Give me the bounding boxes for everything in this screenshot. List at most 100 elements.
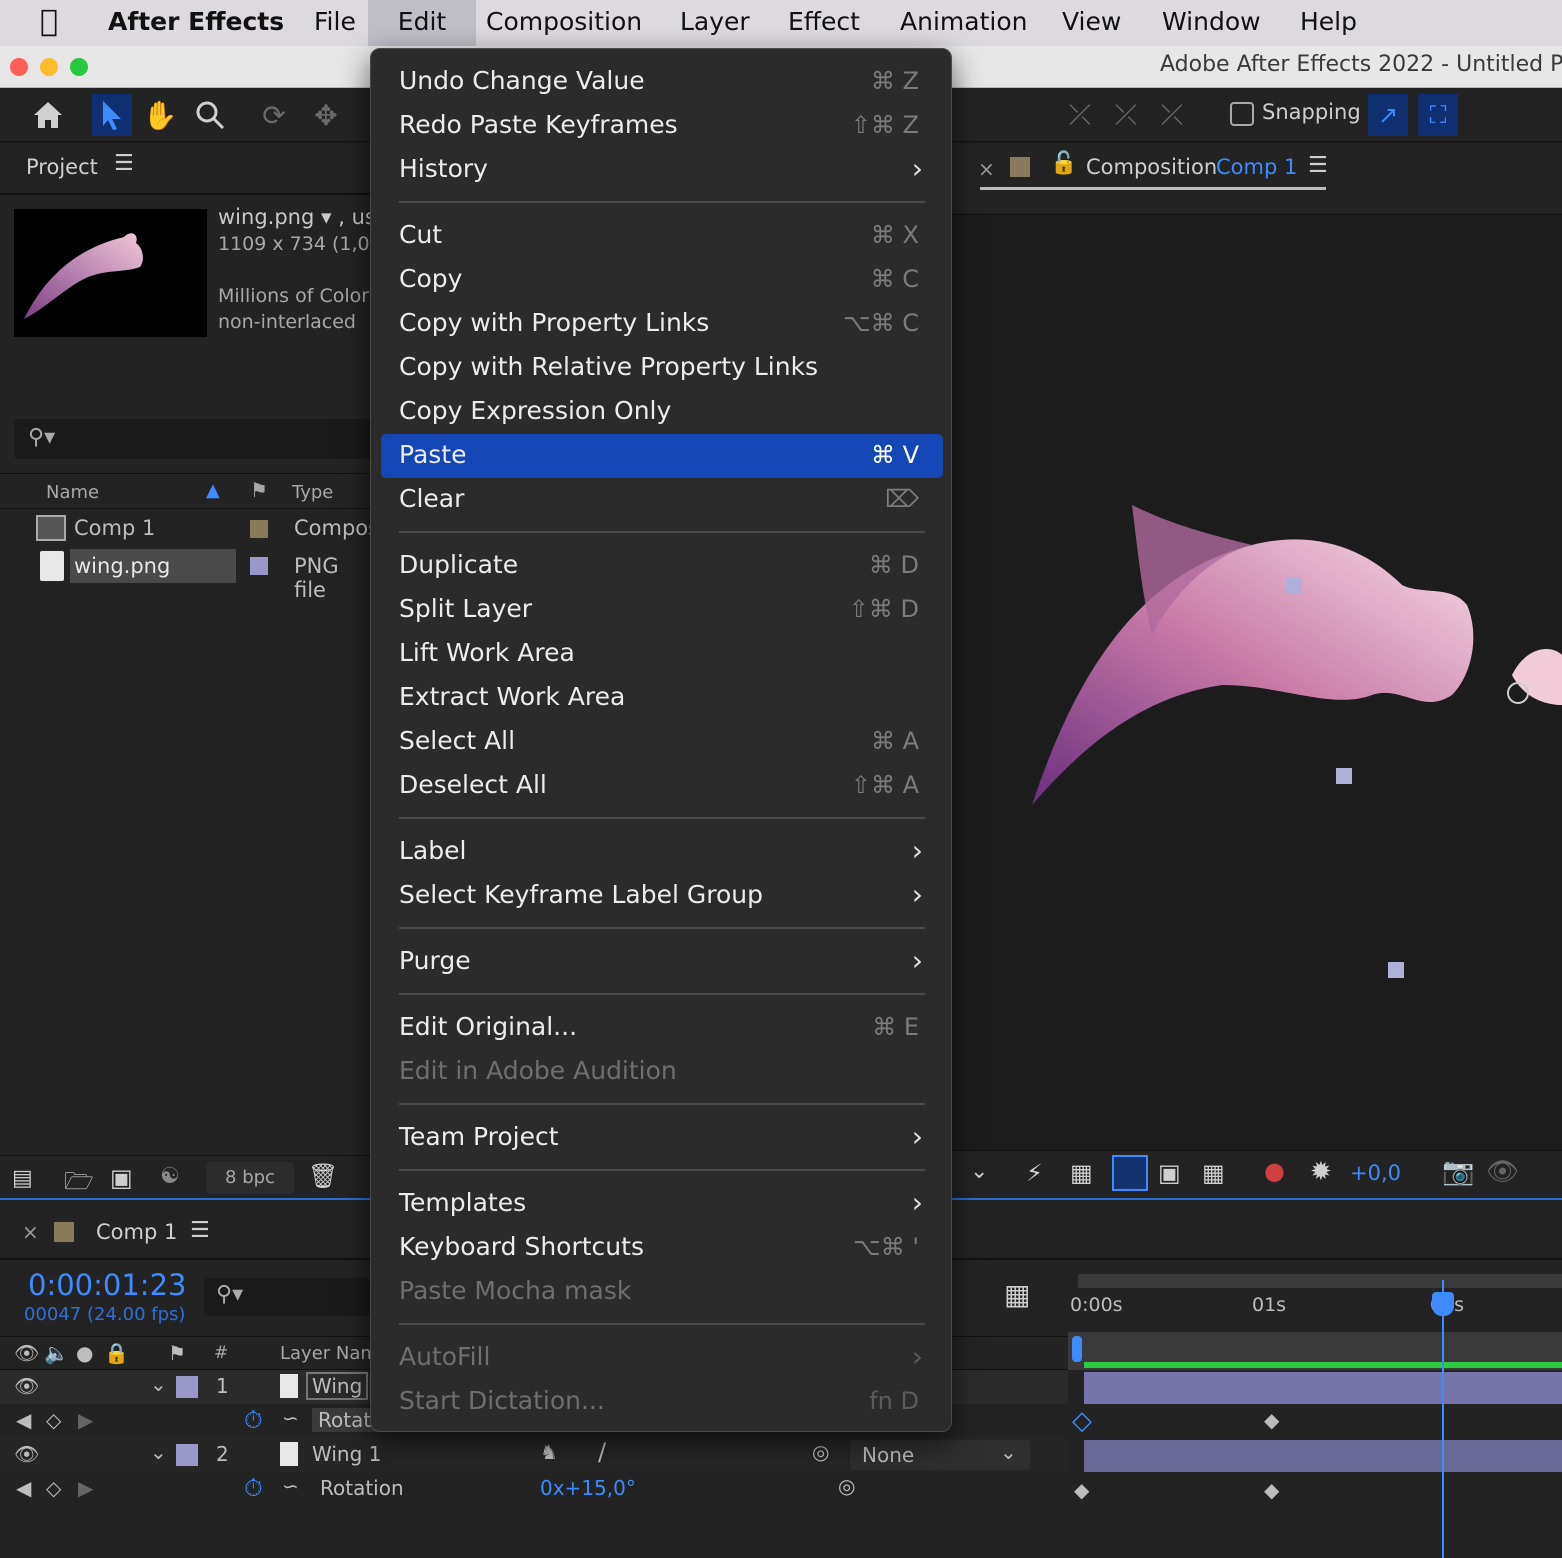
label-color-swatch[interactable] [176, 1444, 198, 1466]
menu-item-paste[interactable]: Paste ⌘ V [381, 434, 943, 478]
label-tag-icon[interactable]: ⚑ [168, 1341, 186, 1365]
menu-item-edit-original[interactable]: Edit Original... ⌘ E [381, 1006, 943, 1050]
close-window-button[interactable] [10, 58, 28, 76]
graph-icon[interactable]: ∽ [282, 1406, 299, 1430]
menu-file[interactable]: File [294, 0, 376, 46]
menu-item-team-project[interactable]: Team Project › [381, 1116, 943, 1160]
selection-tool-icon[interactable] [92, 94, 132, 136]
menu-item-extract-work-area[interactable]: Extract Work Area [381, 676, 943, 720]
composition-viewer[interactable] [952, 215, 1562, 1150]
label-color-swatch[interactable] [250, 520, 268, 538]
expression-pickwhip-icon[interactable]: ◎ [838, 1474, 855, 1498]
property-name[interactable]: Rotat [312, 1408, 378, 1432]
menu-window[interactable]: Window [1142, 0, 1281, 46]
column-name[interactable]: Name [46, 482, 99, 503]
menu-item-copy-relative-links[interactable]: Copy with Relative Property Links [381, 346, 943, 390]
keyframe-icon[interactable]: ◆ [1074, 1478, 1089, 1502]
lock-icon[interactable]: 🔒 [104, 1341, 129, 1365]
menu-item-split-layer[interactable]: Split Layer ⇧⌘ D [381, 588, 943, 632]
menu-item-copy-expression[interactable]: Copy Expression Only [381, 390, 943, 434]
label-color-swatch[interactable] [250, 557, 268, 575]
apple-icon[interactable]:  [20, 0, 78, 46]
menu-item-duplicate[interactable]: Duplicate ⌘ D [381, 544, 943, 588]
chevron-down-icon[interactable]: ▾ [321, 205, 332, 229]
home-icon[interactable] [28, 94, 68, 136]
keyframe-icon[interactable]: ◆ [1264, 1478, 1279, 1502]
eye-icon[interactable]: 👁 [14, 1374, 39, 1398]
label-color-swatch[interactable] [176, 1376, 198, 1398]
menu-item-redo[interactable]: Redo Paste Keyframes ⇧⌘ Z [381, 104, 943, 148]
stopwatch-icon[interactable]: ⏱ [244, 1406, 263, 1434]
eye-icon[interactable]: 👁 [14, 1341, 39, 1365]
channels-icon[interactable]: ● [1264, 1157, 1285, 1185]
menu-item-cut[interactable]: Cut ⌘ X [381, 214, 943, 258]
add-keyframe-icon[interactable]: ◇ [46, 1476, 61, 1500]
app-menu[interactable]: After Effects [88, 0, 304, 46]
layer-name-input[interactable]: Wing [306, 1372, 369, 1400]
project-item-row[interactable]: wing.png PNG file [0, 549, 372, 602]
menu-item-keyboard-shortcuts[interactable]: Keyboard Shortcuts ⌥⌘ ' [381, 1226, 943, 1270]
menu-item-deselect-all[interactable]: Deselect All ⇧⌘ A [381, 764, 943, 808]
layer-bar[interactable] [1084, 1440, 1562, 1472]
zoom-tool-icon[interactable] [190, 94, 230, 136]
next-keyframe-icon[interactable]: ▶ [78, 1476, 93, 1500]
solo-icon[interactable]: ● [76, 1341, 93, 1365]
timeline-search-input[interactable]: ⚲▾ [204, 1278, 370, 1316]
lock-icon[interactable]: 🔓 [1050, 151, 1077, 176]
chevron-down-icon[interactable]: ⌄ [150, 1372, 167, 1396]
rotation-value[interactable]: 0x+15,0° [540, 1476, 636, 1500]
chevron-down-icon[interactable]: ⌄ [970, 1159, 988, 1184]
camera-snapshot-icon[interactable]: 📷 [1442, 1157, 1474, 1187]
eye-icon[interactable]: 👁 [14, 1442, 39, 1466]
panel-menu-icon[interactable]: ☰ [114, 151, 134, 176]
menu-item-copy-property-links[interactable]: Copy with Property Links ⌥⌘ C [381, 302, 943, 346]
project-search-input[interactable]: ⚲▾ [14, 419, 372, 459]
zoom-window-button[interactable] [70, 58, 88, 76]
menu-item-purge[interactable]: Purge › [381, 940, 943, 984]
pan-camera-icon[interactable]: ✥ [306, 94, 346, 136]
menu-help[interactable]: Help [1280, 0, 1377, 46]
menu-edit[interactable]: Edit [368, 0, 476, 46]
column-layer-name[interactable]: Layer Nam [280, 1343, 378, 1364]
prev-keyframe-icon[interactable]: ◀ [16, 1476, 31, 1500]
exposure-reset-icon[interactable]: ✹ [1310, 1157, 1332, 1187]
quality-icon[interactable]: ∕ [598, 1438, 606, 1466]
composition-tab-prefix[interactable]: Composition [1086, 155, 1217, 179]
exposure-value[interactable]: +0,0 [1350, 1161, 1401, 1185]
graph-icon[interactable]: ∽ [282, 1474, 299, 1498]
keyframe-icon[interactable]: ◆ [1264, 1408, 1279, 1432]
world-axis-icon[interactable]: ⤫ [1106, 94, 1146, 136]
project-item-row[interactable]: Comp 1 Compos [0, 511, 379, 549]
time-ruler[interactable]: 0:00s 01s 02s [1068, 1270, 1562, 1332]
mask-visibility-icon[interactable] [1112, 1155, 1148, 1191]
snap-edges-icon[interactable]: ↗ [1368, 94, 1408, 136]
transparency-grid-icon[interactable]: ▦ [1070, 1159, 1093, 1187]
composition-tab-name[interactable]: Comp 1 [1216, 155, 1297, 179]
menu-composition[interactable]: Composition [466, 0, 662, 46]
interpret-footage-icon[interactable]: ▤ [12, 1166, 33, 1191]
menu-item-templates[interactable]: Templates › [381, 1182, 943, 1226]
menu-view[interactable]: View [1042, 0, 1141, 46]
label-tag-icon[interactable]: ⚑ [250, 478, 268, 502]
orbit-camera-icon[interactable]: ⟳ [254, 94, 294, 136]
fast-previews-icon[interactable]: ⚡ [1026, 1159, 1043, 1187]
show-snapshot-icon[interactable]: 👁 [1486, 1157, 1519, 1187]
flowchart-icon[interactable]: ☯ [160, 1164, 180, 1189]
panel-menu-icon[interactable]: ☰ [1308, 153, 1328, 178]
menu-item-undo[interactable]: Undo Change Value ⌘ Z [381, 60, 943, 104]
prev-keyframe-icon[interactable]: ◀ [16, 1408, 31, 1432]
next-keyframe-icon[interactable]: ▶ [78, 1408, 93, 1432]
menu-item-history[interactable]: History › [381, 148, 943, 192]
sort-ascending-icon[interactable]: ▲ [206, 480, 220, 501]
layer-name[interactable]: Wing 1 [312, 1442, 381, 1466]
bit-depth-button[interactable]: 8 bpc [206, 1162, 294, 1194]
chevron-down-icon[interactable]: ⌄ [150, 1440, 167, 1464]
view-axis-icon[interactable]: ⤫ [1152, 94, 1192, 136]
minimize-window-button[interactable] [40, 58, 58, 76]
region-of-interest-icon[interactable]: ▣ [1158, 1159, 1181, 1187]
add-keyframe-icon[interactable]: ◇ [46, 1408, 61, 1432]
menu-item-select-all[interactable]: Select All ⌘ A [381, 720, 943, 764]
snap-features-icon[interactable]: ⛶ [1418, 94, 1458, 136]
graph-editor-icon[interactable]: ▦ [1004, 1278, 1030, 1311]
audio-icon[interactable]: 🔈 [44, 1341, 69, 1365]
